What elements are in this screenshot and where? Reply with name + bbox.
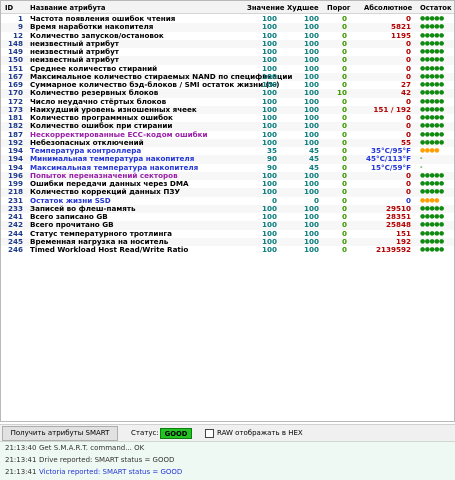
- table-body: 1 Частота появления ошибок чтения 100 100 0 0…: [1, 14, 454, 254]
- column-header-value[interactable]: Значение: [247, 4, 284, 12]
- attribute-rest: ●●●●: [420, 147, 439, 154]
- attribute-rest: ●●●●●: [420, 31, 444, 39]
- attribute-rest: ●●●●●: [420, 23, 444, 31]
- log-message: Victoria reported: SMART status = GOOD: [39, 468, 183, 476]
- attribute-id: 246: [7, 245, 23, 254]
- get-smart-button[interactable]: Получить атрибуты SMART: [2, 426, 118, 441]
- attribute-absolute: 15°C/59°F: [370, 162, 411, 172]
- column-header-name[interactable]: Название атрибута: [30, 4, 105, 12]
- attribute-rest: ●●●●●: [420, 81, 444, 88]
- attribute-rest: ●●●●●: [420, 89, 444, 97]
- attribute-name: Timed Workload Host Read/Write Ratio: [30, 245, 189, 254]
- attribute-rest: ●●●●●: [420, 171, 444, 179]
- attribute-rest: ●●●●●: [420, 114, 444, 121]
- smart-toolbar: Получить атрибуты SMART Статус: GOOD RAW…: [0, 424, 455, 441]
- column-header-id[interactable]: ID: [5, 4, 13, 12]
- attribute-rest: ●●●●●: [420, 122, 444, 130]
- attribute-rest: ●●●●●: [420, 138, 444, 146]
- attribute-threshold: 0: [341, 245, 347, 254]
- raw-hex-checkbox[interactable]: [205, 429, 214, 438]
- attribute-absolute: 1195: [390, 30, 411, 40]
- attribute-absolute: 42: [400, 88, 411, 98]
- attribute-rest: ●●●●●: [420, 246, 444, 253]
- attribute-absolute: 0: [405, 55, 411, 65]
- attribute-value: 100: [261, 245, 277, 254]
- table-header: ID Название атрибута Значение Худшее Пор…: [1, 1, 454, 14]
- log-time: 21:13:41: [5, 456, 37, 464]
- log-message: Get S.M.A.R.T. command... OK: [39, 444, 145, 452]
- column-header-worst[interactable]: Худшее: [287, 4, 319, 12]
- attribute-rest: ●●●●●: [420, 237, 444, 245]
- attribute-rest: ●●●●●: [420, 48, 444, 55]
- attribute-rest: ●●●●●: [420, 188, 444, 196]
- attribute-absolute: 0: [405, 121, 411, 131]
- attribute-rest: ●●●●●: [420, 204, 444, 212]
- log-panel[interactable]: 21:13:40 Get S.M.A.R.T. command... OK 21:1…: [0, 441, 455, 480]
- attribute-rest: -: [420, 155, 423, 163]
- attribute-rest: ●●●●●: [420, 229, 444, 237]
- log-time: 21:13:40: [5, 444, 37, 452]
- column-header-absolute[interactable]: Абсолютное: [364, 4, 412, 12]
- table-row[interactable]: 246 Timed Workload Host Read/Write Ratio 1…: [1, 245, 454, 254]
- attribute-worst: 100: [303, 245, 319, 254]
- log-line: 21:13:41 Drive reported: SMART status = G…: [0, 455, 455, 466]
- attribute-absolute: 0: [405, 47, 411, 56]
- attribute-rest: ●●●●●: [420, 97, 444, 105]
- attribute-rest: ●●●●●: [420, 15, 444, 22]
- attribute-rest: ●●●●●: [420, 72, 444, 80]
- attribute-absolute: 0: [405, 179, 411, 188]
- raw-hex-label[interactable]: RAW отображать в HEX: [217, 429, 303, 437]
- column-header-rest[interactable]: Остаток: [420, 4, 452, 12]
- log-time: 21:13:41: [5, 468, 37, 476]
- column-header-threshold[interactable]: Порог: [327, 4, 350, 12]
- smart-attributes-table[interactable]: ID Название атрибута Значение Худшее Пор…: [0, 0, 455, 422]
- attribute-rest: ●●●●●: [420, 105, 444, 113]
- status-badge: GOOD: [160, 428, 192, 439]
- attribute-rest: ●●●●●: [420, 213, 444, 220]
- attribute-rest: ●●●●: [420, 196, 439, 204]
- attribute-rest: ●●●●●: [420, 39, 444, 47]
- attribute-rest: ●●●●●: [420, 56, 444, 64]
- attribute-absolute: 151 / 192: [373, 104, 411, 114]
- attribute-absolute: 0: [405, 38, 411, 48]
- attribute-absolute: 0: [405, 63, 411, 73]
- attribute-absolute: 0: [405, 170, 411, 180]
- attribute-absolute: 2139592: [375, 245, 411, 254]
- attribute-rest: ●●●●●: [420, 180, 444, 187]
- attribute-rest: -: [420, 163, 423, 171]
- status-label: Статус:: [131, 429, 159, 437]
- log-message: Drive reported: SMART status = GOOD: [39, 456, 175, 464]
- attribute-rest: ●●●●●: [420, 221, 444, 229]
- attribute-rest: ●●●●●: [420, 130, 444, 138]
- log-line: 21:13:40 Get S.M.A.R.T. command... OK: [0, 443, 455, 454]
- attribute-rest: ●●●●●: [420, 64, 444, 72]
- attribute-absolute: 0: [405, 187, 411, 197]
- log-line: 21:13:41 Victoria reported: SMART status …: [0, 467, 455, 478]
- attribute-absolute: 0: [405, 113, 411, 122]
